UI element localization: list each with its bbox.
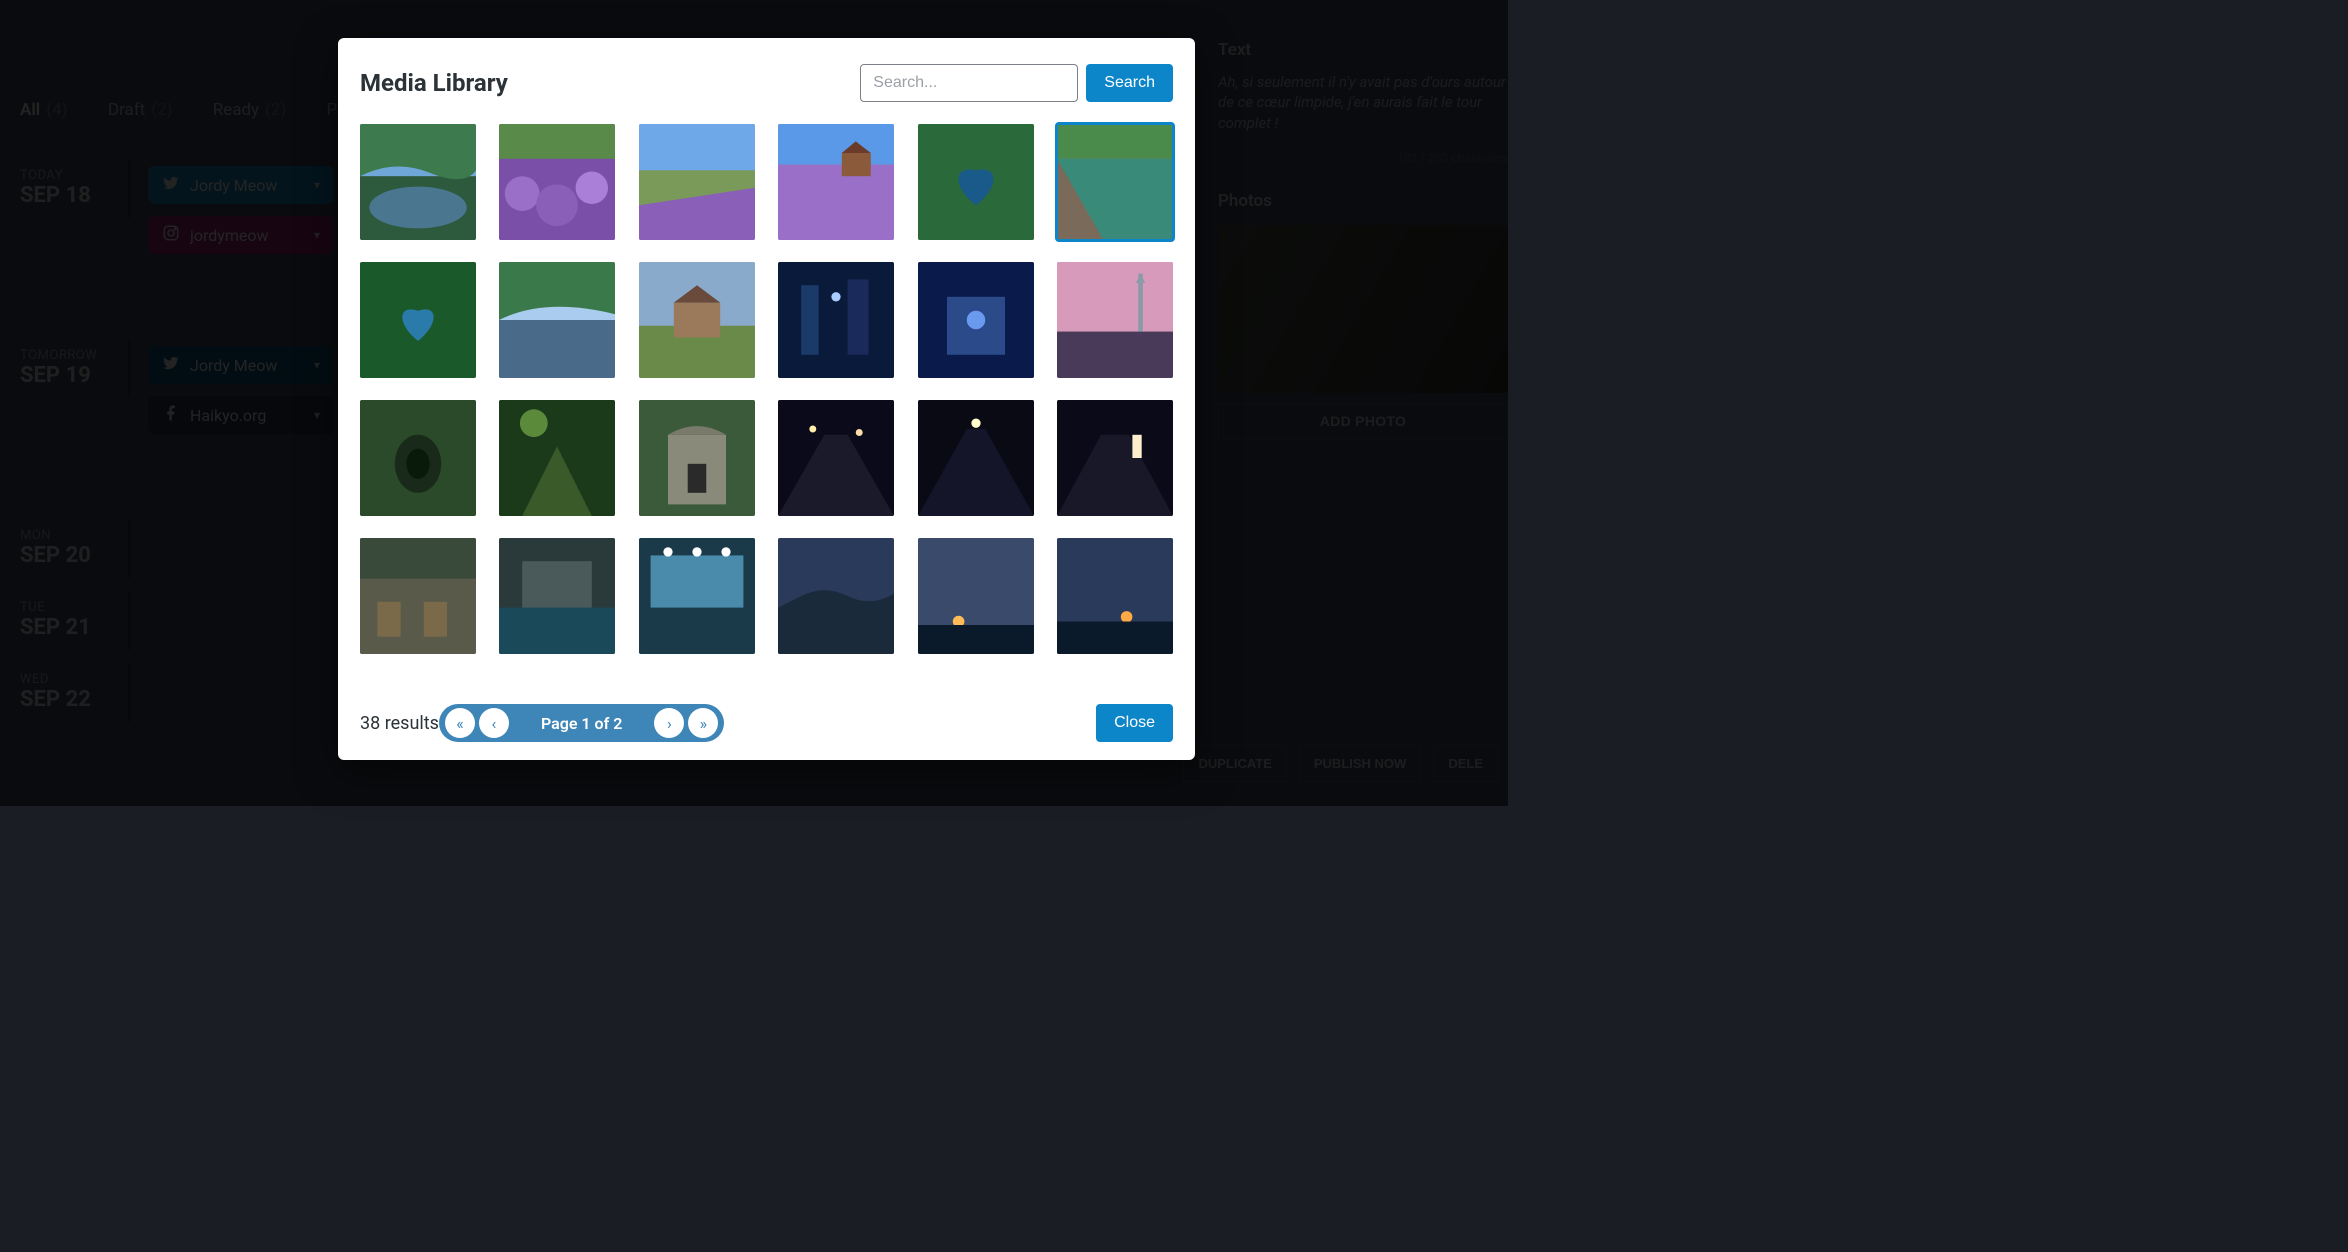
thumbnail-11[interactable] — [1057, 262, 1173, 378]
thumbnail-23[interactable] — [1057, 538, 1173, 654]
search-button[interactable]: Search — [1086, 64, 1173, 102]
pagination: « ‹ Page 1 of 2 › » — [439, 704, 724, 742]
thumbnail-grid — [360, 124, 1173, 686]
thumbnail-3[interactable] — [778, 124, 894, 240]
thumbnail-14[interactable] — [639, 400, 755, 516]
thumbnail-9[interactable] — [778, 262, 894, 378]
page-first-button[interactable]: « — [445, 708, 475, 738]
thumbnail-2[interactable] — [639, 124, 755, 240]
thumbnail-1[interactable] — [499, 124, 615, 240]
thumbnail-10[interactable] — [918, 262, 1034, 378]
search-input[interactable] — [860, 64, 1078, 102]
thumbnail-19[interactable] — [499, 538, 615, 654]
page-next-button[interactable]: › — [654, 708, 684, 738]
thumbnail-5[interactable] — [1057, 124, 1173, 240]
thumbnail-17[interactable] — [1057, 400, 1173, 516]
thumbnail-13[interactable] — [499, 400, 615, 516]
results-count: 38 results — [360, 713, 439, 734]
thumbnail-20[interactable] — [639, 538, 755, 654]
modal-footer: 38 results « ‹ Page 1 of 2 › » Close — [360, 704, 1173, 742]
thumbnail-4[interactable] — [918, 124, 1034, 240]
thumbnail-6[interactable] — [360, 262, 476, 378]
thumbnail-8[interactable] — [639, 262, 755, 378]
thumbnail-0[interactable] — [360, 124, 476, 240]
thumbnail-7[interactable] — [499, 262, 615, 378]
modal-title: Media Library — [360, 69, 508, 97]
thumbnail-15[interactable] — [778, 400, 894, 516]
search-group: Search — [860, 64, 1173, 102]
page-prev-button[interactable]: ‹ — [479, 708, 509, 738]
thumbnail-12[interactable] — [360, 400, 476, 516]
thumbnail-16[interactable] — [918, 400, 1034, 516]
media-library-modal: Media Library Search 38 results « ‹ Page… — [338, 38, 1195, 760]
page-last-button[interactable]: » — [688, 708, 718, 738]
page-label: Page 1 of 2 — [513, 714, 650, 733]
thumbnail-22[interactable] — [918, 538, 1034, 654]
thumbnail-21[interactable] — [778, 538, 894, 654]
thumbnail-18[interactable] — [360, 538, 476, 654]
modal-header: Media Library Search — [360, 64, 1173, 102]
close-button[interactable]: Close — [1096, 704, 1173, 742]
